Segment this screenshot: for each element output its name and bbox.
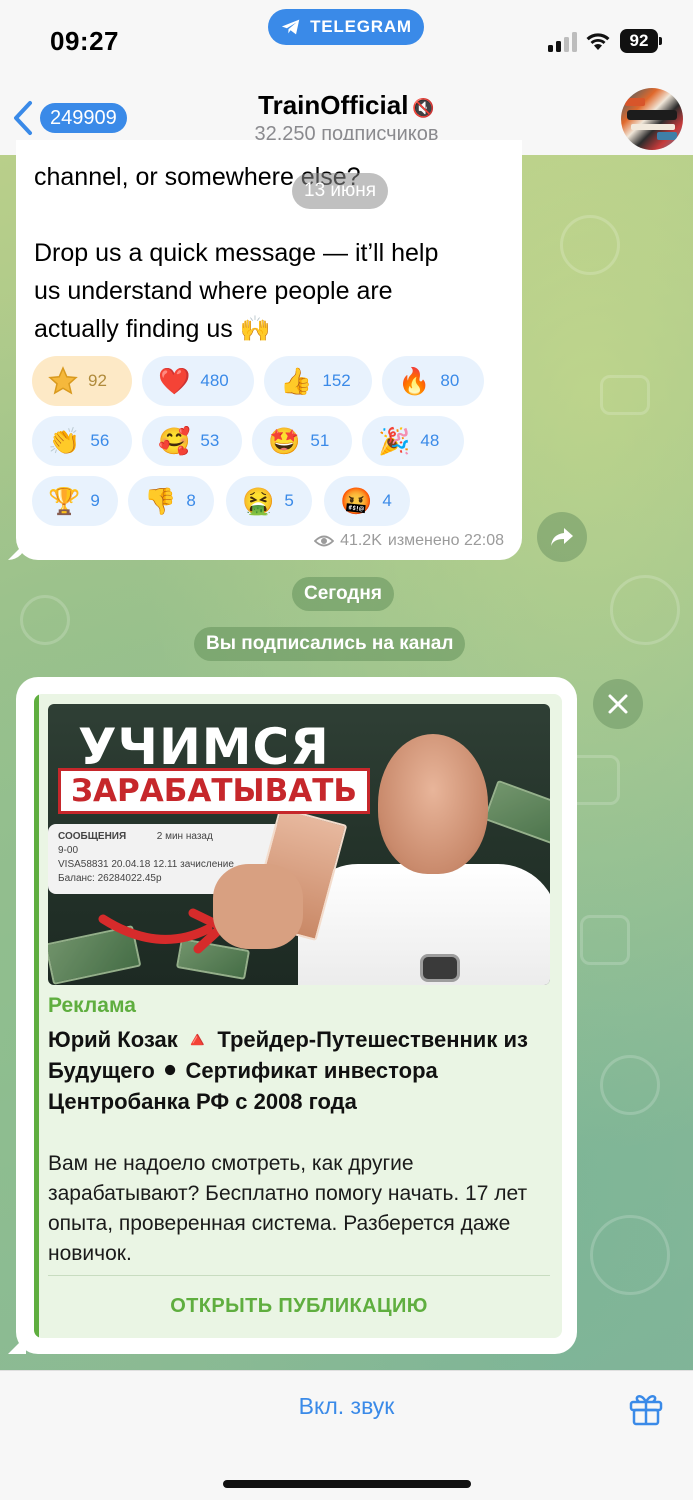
reaction-count: 152 (322, 371, 351, 390)
post-line: Drop us a quick message — it’ll help (34, 239, 439, 267)
close-ad-button[interactable] (593, 679, 643, 729)
post-line: us understand where people are (34, 277, 393, 305)
post-line: actually finding us 🙌 (34, 315, 271, 343)
reaction-count: 53 (200, 431, 220, 450)
channel-name: TrainOfficial (258, 90, 409, 120)
telegram-app-pill[interactable]: TELEGRAM (268, 9, 424, 45)
channel-avatar[interactable] (621, 88, 683, 150)
cursing-face-emoji-icon: 🤬 (340, 486, 373, 516)
battery-level: 92 (629, 31, 649, 50)
ad-preview-image[interactable]: СООБЩЕНИЯ 2 мин назад 9-00 VISA58831 20.… (48, 704, 550, 985)
trophy-emoji-icon: 🏆 (48, 486, 81, 516)
eye-views-icon (314, 535, 335, 547)
wallpaper-doodle (600, 1055, 660, 1115)
reaction-count: 56 (90, 431, 110, 450)
heart-emoji-icon: ❤️ (158, 366, 191, 396)
close-icon (608, 694, 628, 714)
divider (48, 1275, 550, 1276)
reaction-vomit[interactable]: 🤮 5 (226, 476, 312, 526)
open-publication-button[interactable]: ОТКРЫТЬ ПУБЛИКАЦИЮ (48, 1284, 550, 1328)
reaction-count: 4 (382, 491, 392, 510)
app-pill-label: TELEGRAM (310, 17, 412, 36)
telegram-icon (281, 19, 300, 35)
wallpaper-doodle (20, 595, 70, 645)
party-popper-emoji-icon: 🎉 (378, 426, 411, 456)
home-indicator[interactable] (223, 1480, 471, 1488)
ad-label: Реклама (48, 994, 136, 1017)
share-button[interactable] (537, 512, 587, 562)
post-meta: 41.2K изменено 22:08 (314, 532, 504, 550)
wallpaper-doodle (580, 915, 630, 965)
reaction-count: 8 (186, 491, 196, 510)
reaction-count: 92 (88, 371, 107, 390)
reaction-thumbs-up[interactable]: 👍 152 (264, 356, 372, 406)
date-separator-today: Сегодня (292, 577, 394, 611)
clapping-emoji-icon: 👏 (48, 426, 81, 456)
view-count: 41.2K (340, 532, 382, 549)
reaction-star[interactable]: 92 (32, 356, 132, 406)
vomiting-face-emoji-icon: 🤮 (242, 486, 275, 516)
reaction-thumbs-down[interactable]: 👎 8 (128, 476, 214, 526)
wifi-icon (586, 33, 610, 50)
reaction-heart[interactable]: ❤️ 480 (142, 356, 254, 406)
sms-line: 9-00 (58, 845, 79, 856)
post-text: channel, or somewhere else? Drop us a qu… (34, 158, 514, 348)
gift-icon[interactable] (627, 1389, 665, 1427)
reaction-cursing[interactable]: 🤬 4 (324, 476, 410, 526)
wristwatch (420, 954, 460, 982)
status-bar: 09:27 TELEGRAM 92 (0, 0, 693, 80)
floating-date-badge: 13 июня (292, 173, 389, 209)
bottom-bar: Вкл. звук (0, 1370, 693, 1500)
reaction-count: 80 (440, 371, 460, 390)
reaction-fire[interactable]: 🔥 80 (382, 356, 484, 406)
sponsored-card[interactable]: СООБЩЕНИЯ 2 мин назад 9-00 VISA58831 20.… (34, 694, 562, 1338)
thumbs-down-emoji-icon: 👎 (144, 486, 177, 516)
cellular-signal-icon (548, 32, 577, 52)
money-decoration (483, 779, 550, 851)
reaction-trophy[interactable]: 🏆 9 (32, 476, 118, 526)
reaction-count: 5 (284, 491, 294, 510)
battery-indicator: 92 (620, 29, 662, 53)
ad-title: Юрий Козак 🔺 Трейдер-Путешественник из Б… (48, 1027, 528, 1114)
sponsored-message-bubble[interactable]: СООБЩЕНИЯ 2 мин назад 9-00 VISA58831 20.… (16, 677, 577, 1354)
channel-post-bubble[interactable]: channel, or somewhere else? Drop us a qu… (16, 140, 522, 560)
reaction-count: 48 (420, 431, 440, 450)
star-icon (48, 366, 78, 396)
fire-emoji-icon: 🔥 (398, 366, 431, 396)
smiling-hearts-emoji-icon: 🥰 (158, 426, 191, 456)
wallpaper-doodle (610, 575, 680, 645)
wallpaper-doodle (560, 215, 620, 275)
reaction-count: 9 (90, 491, 100, 510)
subscribed-notice: Вы подписались на канал (194, 627, 466, 661)
edited-timestamp: изменено 22:08 (387, 532, 504, 549)
muted-icon: 🔇 (412, 98, 435, 118)
reaction-star-struck[interactable]: 🤩 51 (252, 416, 352, 466)
hand-holding-money (213, 864, 303, 949)
ad-image-subheadline: ЗАРАБАТЫВАТЬ (58, 768, 371, 814)
ad-description: Вам не надоело смотреть, как другие зара… (48, 1152, 528, 1265)
reaction-clap[interactable]: 👏 56 (32, 416, 132, 466)
share-arrow-icon (551, 528, 573, 546)
reaction-smiling-hearts[interactable]: 🥰 53 (142, 416, 242, 466)
person-head (378, 734, 488, 874)
reaction-party[interactable]: 🎉 48 (362, 416, 464, 466)
channel-title[interactable]: TrainOfficial 🔇 (0, 90, 693, 121)
clock: 09:27 (50, 26, 119, 56)
sms-time: 2 мин назад (156, 831, 213, 842)
wallpaper-doodle (590, 1215, 670, 1295)
wallpaper-doodle (600, 375, 650, 415)
star-struck-emoji-icon: 🤩 (268, 426, 301, 456)
red-arrow-icon (98, 908, 227, 954)
sms-header: СООБЩЕНИЯ (58, 831, 127, 842)
unmute-button[interactable]: Вкл. звук (0, 1393, 693, 1420)
reaction-count: 480 (200, 371, 229, 390)
post-line: channel, or somewhere else? (34, 163, 361, 191)
thumbs-up-emoji-icon: 👍 (280, 366, 313, 396)
reaction-count: 51 (310, 431, 330, 450)
avatar-artwork (625, 98, 677, 140)
